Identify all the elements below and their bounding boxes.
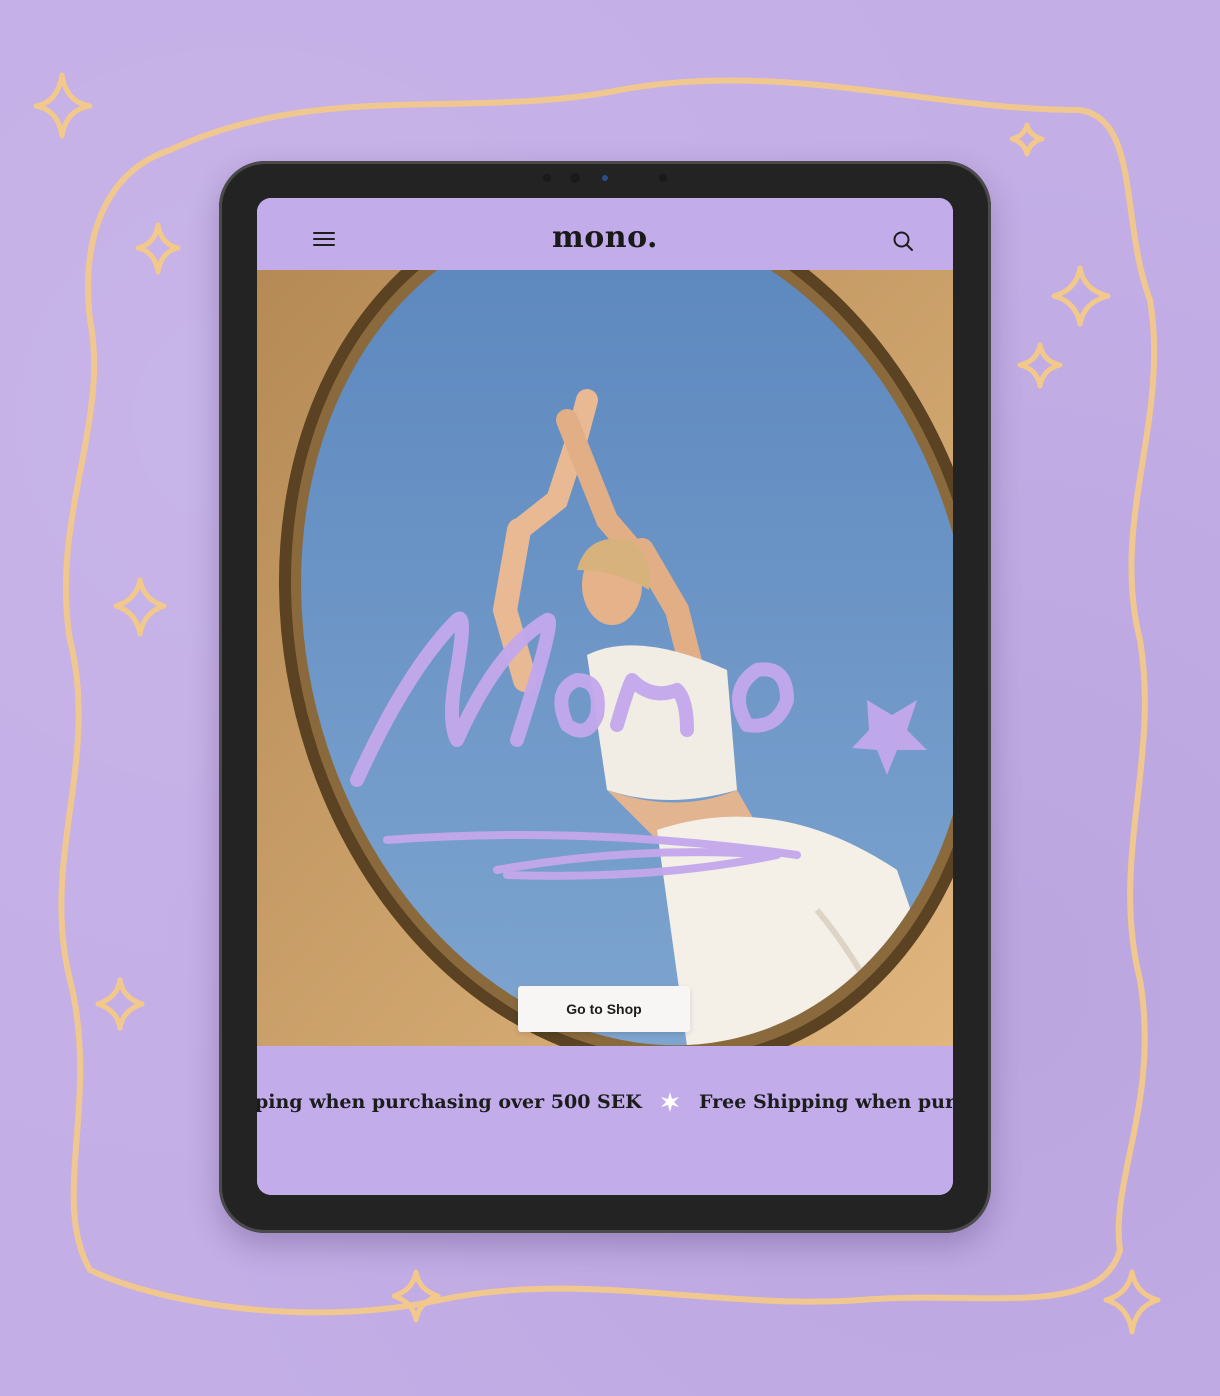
tablet-screen: mono. Go to Shop ping when purchasing ov… [257,198,953,1195]
sparkle-icon [1009,122,1045,157]
sparkle-icon [391,1269,441,1323]
sparkle-icon [95,977,145,1031]
sparkle-icon [1051,265,1111,327]
tablet-camera [543,173,667,183]
sparkle-icon [1017,342,1063,389]
hero-banner: Go to Shop [257,270,953,1046]
brand-logo[interactable]: mono. [257,220,953,255]
sparkle-icon [135,222,181,275]
sparkle-icon [661,1092,680,1112]
sparkle-icon [33,72,93,139]
sparkle-icon [113,577,167,637]
shipping-marquee: Free Shipping when purchasing over 500 S… [257,1046,953,1195]
marquee-track: Free Shipping when purchasing over 500 S… [257,1090,953,1113]
marquee-text: Free Shipping when purchasing over 500 S… [699,1091,953,1113]
header: mono. [257,198,953,270]
hero-image [257,270,953,1046]
search-icon[interactable] [892,230,914,252]
go-to-shop-button[interactable]: Go to Shop [518,986,690,1032]
marquee-text: Free Shipping when purchasing over 500 S… [257,1091,642,1113]
sparkle-icon [1103,1269,1161,1335]
